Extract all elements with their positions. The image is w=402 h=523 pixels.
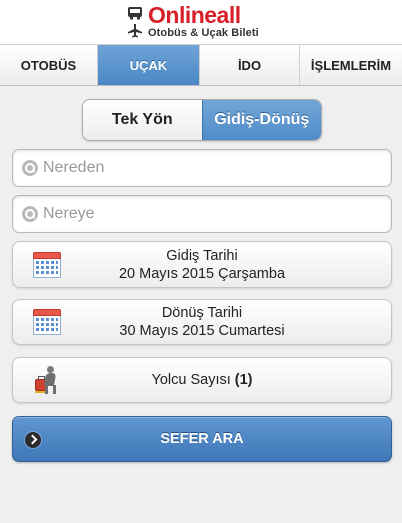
brand-subtitle: Otobüs & Uçak Bileti [148, 26, 259, 39]
passenger-count-button[interactable]: Yolcu Sayısı (1) [12, 357, 392, 403]
main-tabs: OTOBÜS UÇAK İDO İŞLEMLERİM [0, 44, 402, 86]
logo-icons [127, 3, 145, 39]
from-field[interactable] [12, 149, 392, 187]
app-header: Onlineall Otobüs & Uçak Bileti [0, 0, 402, 44]
round-trip-button[interactable]: Gidiş-Dönüş [201, 100, 321, 140]
departure-date-button[interactable]: Gidiş Tarihi 20 Mayıs 2015 Çarşamba [12, 241, 392, 288]
departure-text: Gidiş Tarihi 20 Mayıs 2015 Çarşamba [13, 247, 391, 283]
calendar-icon [33, 251, 61, 278]
search-icon [22, 206, 38, 222]
search-icon [22, 160, 38, 176]
return-text: Dönüş Tarihi 30 Mayıs 2015 Cumartesi [13, 304, 391, 340]
calendar-icon [33, 309, 61, 335]
from-input[interactable] [43, 153, 373, 183]
logo[interactable]: Onlineall Otobüs & Uçak Bileti [127, 2, 275, 40]
passenger-text: Yolcu Sayısı (1) [13, 371, 391, 389]
return-date: 30 Mayıs 2015 Cumartesi [119, 323, 285, 339]
plane-icon [128, 24, 142, 38]
logo-text: Onlineall Otobüs & Uçak Bileti [148, 1, 259, 39]
trip-type-toggle: Tek Yön Gidiş-Dönüş [82, 99, 322, 141]
departure-date: 20 Mayıs 2015 Çarşamba [118, 265, 286, 282]
chevron-right-icon [25, 432, 41, 448]
brand-name: Onlineall [148, 1, 241, 28]
search-flights-label: SEFER ARA [160, 431, 244, 447]
tab-flight[interactable]: UÇAK [98, 45, 200, 85]
tab-my-transactions[interactable]: İŞLEMLERİM [300, 45, 402, 85]
passenger-icon [33, 365, 61, 395]
to-input[interactable] [43, 199, 373, 229]
search-flights-button[interactable]: SEFER ARA [12, 416, 392, 462]
passenger-label: Yolcu Sayısı [151, 372, 235, 388]
to-field[interactable] [12, 195, 392, 233]
tab-ido[interactable]: İDO [200, 45, 300, 85]
departure-label: Gidiş Tarihi [166, 247, 238, 264]
bus-icon [128, 7, 142, 20]
passenger-count: (1) [234, 372, 253, 388]
return-date-button[interactable]: Dönüş Tarihi 30 Mayıs 2015 Cumartesi [12, 299, 392, 345]
one-way-button[interactable]: Tek Yön [83, 100, 202, 140]
tab-bus[interactable]: OTOBÜS [0, 45, 98, 85]
return-label: Dönüş Tarihi [161, 305, 243, 321]
